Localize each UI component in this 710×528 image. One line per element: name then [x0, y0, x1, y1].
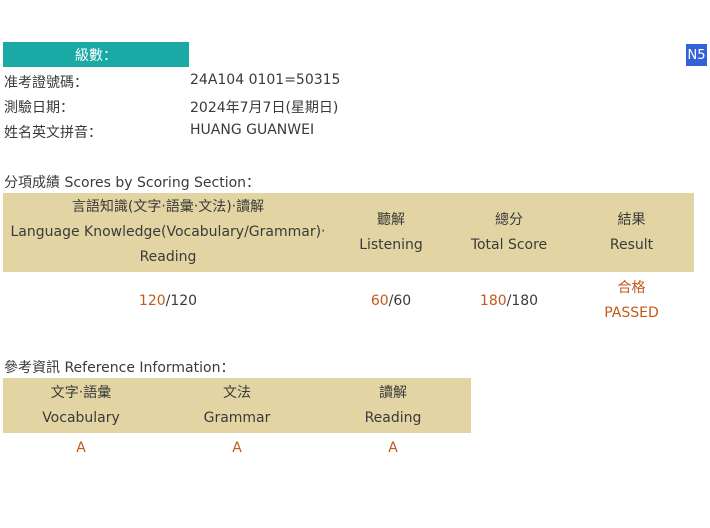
scores-section-title: 分項成績 Scores by Scoring Section：: [4, 175, 261, 191]
result-cell: 合格 PASSED: [569, 272, 694, 330]
listening-score: 60: [370, 292, 389, 309]
vocabulary-grade: A: [76, 440, 86, 456]
reference-grade-row: A A A: [3, 433, 471, 464]
result-en: PASSED: [604, 305, 659, 321]
total-score-cell: 180/180: [449, 272, 569, 330]
lk-score-cell: 120/120: [3, 272, 333, 330]
header-lk-en-reading: Reading: [139, 249, 197, 265]
header-reading: 讀解 Reading: [315, 378, 471, 433]
listening-max: /60: [388, 292, 412, 309]
level-label: 級數：: [3, 42, 189, 67]
header-lk-zh: 言語知識(文字‧語彙‧文法)‧讀解: [71, 199, 265, 215]
header-grammar: 文法 Grammar: [159, 378, 315, 433]
header-listening: 聽解 Listening: [333, 193, 449, 272]
test-date-value: 2024年7月7日(星期日): [190, 100, 339, 116]
test-date-label: 測驗日期：: [4, 100, 74, 116]
header-total-en: Total Score: [470, 236, 548, 253]
reference-header-row: 文字‧語彙 Vocabulary 文法 Grammar 讀解 Reading: [3, 378, 471, 433]
lk-max: /120: [165, 292, 198, 309]
header-result: 結果 Result: [569, 193, 694, 272]
header-total-zh: 總分: [495, 211, 523, 228]
reference-section-title: 參考資訊 Reference Information：: [4, 360, 235, 376]
reference-table: 文字‧語彙 Vocabulary 文法 Grammar 讀解 Reading A…: [3, 378, 471, 464]
lk-score: 120: [138, 292, 166, 309]
scores-table: 言語知識(文字‧語彙‧文法)‧讀解 Language Knowledge(Voc…: [3, 193, 694, 330]
header-lk-en: Language Knowledge(Vocabulary/Grammar)‧: [10, 224, 326, 240]
level-badge: N5: [686, 44, 707, 66]
exam-number-value: 24A104 0101=50315: [190, 72, 341, 88]
header-reading-en: Reading: [364, 409, 422, 426]
header-grammar-en: Grammar: [203, 409, 271, 426]
header-grammar-zh: 文法: [223, 384, 251, 401]
header-reading-zh: 讀解: [379, 384, 407, 401]
header-total: 總分 Total Score: [449, 193, 569, 272]
listening-score-cell: 60/60: [333, 272, 449, 330]
total-max: /180: [506, 292, 539, 309]
grammar-grade: A: [232, 440, 242, 456]
name-label: 姓名英文拼音：: [4, 125, 102, 141]
header-listening-zh: 聽解: [377, 211, 405, 228]
header-language-knowledge: 言語知識(文字‧語彙‧文法)‧讀解 Language Knowledge(Voc…: [3, 193, 333, 272]
header-result-zh: 結果: [617, 211, 646, 228]
name-value: HUANG GUANWEI: [190, 122, 315, 138]
header-listening-en: Listening: [359, 236, 423, 253]
reading-grade: A: [388, 440, 398, 456]
header-vocabulary-en: Vocabulary: [42, 409, 120, 426]
header-vocabulary-zh: 文字‧語彙: [50, 384, 112, 401]
header-result-en: Result: [609, 236, 654, 253]
header-vocabulary: 文字‧語彙 Vocabulary: [3, 378, 159, 433]
exam-number-label: 准考證號碼：: [4, 75, 88, 91]
result-zh: 合格: [617, 280, 646, 296]
scores-value-row: 120/120 60/60 180/180 合格 PASSED: [3, 272, 694, 330]
total-score: 180: [479, 292, 507, 309]
scores-header-row: 言語知識(文字‧語彙‧文法)‧讀解 Language Knowledge(Voc…: [3, 193, 694, 272]
